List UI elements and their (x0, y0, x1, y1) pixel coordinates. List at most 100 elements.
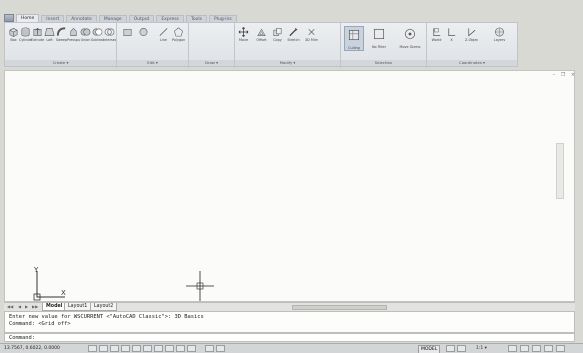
ribbon-group-draw: Draw ▾ (189, 23, 235, 68)
sweep-icon (56, 27, 66, 36)
stretch-tool[interactable]: Stretch (287, 26, 300, 42)
prev-layout-arrow-icon[interactable]: ◀ (18, 304, 21, 309)
globe-icon (495, 27, 504, 37)
lock-button[interactable] (520, 345, 529, 352)
layout-tab-bar: ◀◀ ◀ ▶ ▶▶ Model Layout1 Layout2 (4, 302, 575, 311)
drawing-canvas[interactable]: Y X (4, 70, 575, 302)
solid-edit-icon (139, 28, 148, 36)
move-gizmo-button[interactable]: Move Gizmo (397, 26, 423, 49)
tab-home[interactable]: Home (16, 14, 40, 22)
tab-express[interactable]: Express (156, 15, 184, 22)
ucs-icon: Y X (33, 267, 66, 301)
sc-toggle[interactable] (216, 345, 225, 352)
layers-tool[interactable]: Layers (493, 26, 506, 42)
polygon-tool[interactable]: Polygon (172, 26, 185, 42)
tab-model[interactable]: Model (42, 303, 67, 311)
workspace-switch-button[interactable] (508, 345, 517, 352)
extrude-icon (33, 27, 42, 36)
coordinate-readout: 13.7567, 0.6022, 0.0000 (4, 346, 60, 351)
tab-layout2[interactable]: Layout2 (90, 303, 118, 311)
application-menu-button[interactable] (4, 14, 14, 22)
group-label-selection[interactable]: Selection (341, 60, 426, 66)
ucs-y-label: Y (33, 267, 39, 274)
tab-output[interactable]: Output (128, 15, 155, 22)
edit-tool-1[interactable] (121, 26, 134, 38)
ucs-z-object-tool[interactable]: Z-Object (465, 26, 478, 42)
group-label-modify[interactable]: Modify ▾ (235, 60, 340, 66)
group-label-coordinates[interactable]: Coordinates ▾ (427, 60, 517, 66)
ortho-toggle[interactable] (110, 345, 119, 352)
osnap-toggle[interactable] (132, 345, 141, 352)
edit-tool-2[interactable] (137, 26, 150, 38)
command-history: Enter new value for WSCURRENT <"AutoCAD … (4, 311, 575, 333)
copy-tool[interactable]: Copy (271, 26, 284, 42)
isolate-objects-button[interactable] (532, 345, 541, 352)
intersect-icon (104, 28, 115, 36)
group-label-edit[interactable]: Edit ▾ (117, 60, 188, 66)
ucs-x-icon (448, 28, 456, 37)
ribbon-group-edit: Line Polygon Edit ▾ (117, 23, 189, 68)
cylinder-icon (21, 27, 30, 37)
vertical-scrollbar[interactable] (556, 143, 564, 199)
drawing-window-controls[interactable]: – ❐ × (553, 72, 577, 78)
culling-icon (348, 29, 360, 41)
gizmo-icon (404, 28, 416, 40)
copy-icon (273, 28, 282, 36)
offset-icon (257, 28, 266, 36)
horizontal-scrollbar[interactable] (292, 305, 387, 310)
stretch-icon (289, 28, 298, 37)
lwt-toggle[interactable] (187, 345, 196, 352)
command-input[interactable]: Command: (4, 333, 575, 342)
tab-annotate[interactable]: Annotate (66, 15, 97, 22)
snap-toggle[interactable] (88, 345, 97, 352)
ribbon-group-selection: Culling No Filter Move Gizmo Selection (341, 23, 427, 68)
command-history-line: Command: <Grid off> (9, 320, 71, 327)
line-tool[interactable]: Line (157, 26, 170, 42)
status-bar: 13.7567, 0.6022, 0.0000 MODEL 1:1 ▾ (0, 343, 583, 353)
otrack-toggle[interactable] (154, 345, 163, 352)
last-layout-arrow-icon[interactable]: ▶▶ (32, 304, 38, 309)
qp-toggle[interactable] (205, 345, 214, 352)
model-space-button[interactable]: MODEL (418, 345, 441, 353)
crosshair-cursor (186, 271, 214, 301)
ucs-x-label: X (61, 289, 66, 297)
ribbon-group-modify: Move Offset Copy Stretch 3D Mirror Modif… (235, 23, 341, 68)
ucs-world-icon (433, 28, 441, 37)
clean-screen-button[interactable] (544, 345, 553, 352)
ucs-world-tool[interactable]: World (430, 26, 443, 42)
tab-plugins[interactable]: Plug-ins (209, 15, 237, 22)
grid-toggle[interactable] (99, 345, 108, 352)
union-icon (80, 28, 91, 36)
mirror-icon (308, 29, 315, 35)
annotation-scale[interactable]: 1:1 ▾ (476, 345, 487, 352)
mirror-3d-tool[interactable]: 3D Mirror (305, 26, 318, 42)
group-label-create[interactable]: Create ▾ (5, 60, 116, 66)
ribbon-tab-strip: Home Insert Annotate Manage Output Expre… (4, 14, 294, 22)
ucs-x-tool[interactable]: X (445, 26, 458, 42)
ribbon-group-coordinates: World X Z-Object Layers Coordinates ▾ (427, 23, 517, 68)
tab-manage[interactable]: Manage (98, 15, 127, 22)
tab-tools[interactable]: Tools (185, 15, 207, 22)
no-filter-button[interactable]: No Filter (369, 26, 389, 49)
tab-insert[interactable]: Insert (41, 15, 65, 22)
group-label-draw[interactable]: Draw ▾ (189, 60, 234, 66)
culling-button[interactable]: Culling (344, 26, 364, 51)
filter-icon (373, 28, 385, 40)
polar-toggle[interactable] (121, 345, 130, 352)
3d-osnap-toggle[interactable] (143, 345, 152, 352)
next-layout-arrow-icon[interactable]: ▶ (25, 304, 28, 309)
polygon-icon (174, 27, 183, 37)
ribbon-group-create: Box Cylinder Extrude Loft Sweep Presspul… (5, 23, 117, 68)
dyn-toggle[interactable] (176, 345, 185, 352)
first-layout-arrow-icon[interactable]: ◀◀ (7, 304, 13, 309)
ducs-toggle[interactable] (165, 345, 174, 352)
quick-view-layouts-button[interactable] (446, 345, 455, 352)
quick-view-drawings-button[interactable] (457, 345, 466, 352)
status-menu-button[interactable] (556, 345, 565, 352)
move-tool[interactable]: Move (237, 26, 250, 42)
intersect-tool[interactable]: Intersect (103, 26, 116, 42)
offset-tool[interactable]: Offset (255, 26, 268, 42)
line-icon (159, 28, 168, 36)
tab-layout1[interactable]: Layout1 (64, 303, 92, 311)
ribbon-panel: Box Cylinder Extrude Loft Sweep Presspul… (4, 22, 518, 68)
